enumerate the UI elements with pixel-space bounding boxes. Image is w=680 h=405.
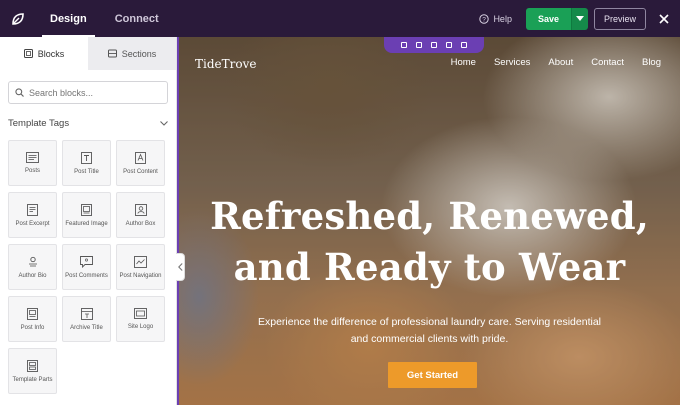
save-button[interactable]: Save: [525, 7, 571, 30]
post-title-icon: [81, 151, 92, 164]
chevron-down-icon: [160, 121, 168, 126]
site-nav: Home Services About Contact Blog: [442, 57, 670, 68]
duplicate-icon[interactable]: [446, 42, 452, 48]
block-featured-image[interactable]: Featured Image: [62, 192, 111, 238]
template-parts-icon: [27, 359, 38, 372]
block-post-navigation[interactable]: Post Navigation: [116, 244, 165, 290]
preview-button[interactable]: Preview: [593, 7, 646, 30]
app-logo-icon[interactable]: [0, 0, 36, 37]
search-input[interactable]: [29, 87, 149, 98]
get-started-button[interactable]: Get Started: [388, 362, 477, 388]
settings-icon[interactable]: [416, 42, 422, 48]
block-label: Post Content: [123, 168, 158, 175]
block-author-box[interactable]: Author Box: [116, 192, 165, 238]
sections-icon: [107, 49, 117, 58]
blocks-icon: [23, 49, 33, 58]
block-label: Author Bio: [18, 272, 47, 279]
block-post-title[interactable]: Post Title: [62, 140, 111, 186]
tab-blocks-label: Blocks: [37, 48, 65, 59]
posts-icon: [26, 152, 39, 163]
template-tags-header[interactable]: Template Tags: [8, 118, 168, 129]
post-excerpt-icon: [27, 203, 38, 216]
delete-icon[interactable]: [461, 42, 467, 48]
hero-subtitle-line: Experience the difference of professiona…: [257, 316, 601, 328]
block-post-content[interactable]: Post Content: [116, 140, 165, 186]
tab-connect[interactable]: Connect: [101, 0, 173, 37]
block-label: Posts: [24, 168, 40, 174]
block-label: Featured Image: [65, 220, 108, 227]
post-info-icon: [27, 307, 38, 320]
top-bar: Design Connect ? Help Save Preview: [0, 0, 680, 37]
search-icon: [15, 88, 24, 97]
help-icon: ?: [479, 13, 490, 24]
block-label: Archive Title: [70, 324, 103, 331]
help-link[interactable]: ? Help: [479, 14, 512, 24]
post-navigation-icon: [134, 255, 147, 268]
nav-item-about[interactable]: About: [539, 57, 582, 68]
tab-sections-label: Sections: [121, 48, 157, 59]
site-logo-icon: [134, 308, 147, 319]
help-label: Help: [493, 13, 512, 24]
save-options-button[interactable]: [570, 7, 588, 30]
block-label: Template Parts: [12, 376, 53, 383]
block-post-excerpt[interactable]: Post Excerpt: [8, 192, 57, 238]
blocks-panel: Blocks Sections Template Tags Posts Post…: [0, 37, 177, 405]
archive-title-icon: [80, 307, 93, 320]
close-button[interactable]: [652, 0, 676, 37]
page-canvas[interactable]: TideTrove Home Services About Contact Bl…: [177, 37, 680, 405]
nav-item-home[interactable]: Home: [442, 57, 485, 68]
tab-design[interactable]: Design: [36, 0, 101, 37]
site-logo[interactable]: TideTrove: [195, 57, 256, 71]
section-title: Template Tags: [8, 118, 70, 129]
block-label: Post Navigation: [119, 272, 162, 279]
author-box-icon: [134, 203, 147, 216]
tab-sections[interactable]: Sections: [88, 37, 176, 70]
block-posts[interactable]: Posts: [8, 140, 57, 186]
hero-subtitle[interactable]: Experience the difference of professiona…: [229, 314, 630, 348]
nav-item-services[interactable]: Services: [485, 57, 539, 68]
block-author-bio[interactable]: Author Bio: [8, 244, 57, 290]
save-section-icon[interactable]: [431, 42, 437, 48]
collapse-panel-button[interactable]: [176, 253, 185, 281]
block-label: Post Title: [74, 168, 99, 175]
hero-title-line: and Ready to Wear: [233, 245, 626, 289]
block-site-logo[interactable]: Site Logo: [116, 296, 165, 342]
tab-blocks[interactable]: Blocks: [0, 37, 88, 70]
search-box[interactable]: [8, 81, 168, 104]
block-label: Post Excerpt: [15, 220, 50, 227]
block-template-parts[interactable]: Template Parts: [8, 348, 57, 394]
post-comments-icon: [80, 255, 93, 268]
blocks-grid: Posts Post Title Post Content Post Excer…: [8, 140, 176, 394]
caret-down-icon: [575, 16, 584, 21]
block-archive-title[interactable]: Archive Title: [62, 296, 111, 342]
block-label: Post Info: [20, 324, 45, 331]
block-post-info[interactable]: Post Info: [8, 296, 57, 342]
featured-image-icon: [81, 203, 92, 216]
section-toolbar[interactable]: [384, 37, 484, 53]
close-icon: [659, 13, 669, 24]
author-bio-icon: [28, 256, 37, 266]
block-label: Post Comments: [65, 272, 108, 279]
block-post-comments[interactable]: Post Comments: [62, 244, 111, 290]
block-label: Author Box: [125, 220, 156, 227]
nav-item-contact[interactable]: Contact: [582, 57, 633, 68]
hero-title[interactable]: Refreshed, Renewed, and Ready to Wear: [179, 191, 680, 293]
block-label: Site Logo: [127, 324, 154, 330]
svg-text:?: ?: [483, 16, 487, 23]
hero-subtitle-line: and commercial clients with pride.: [350, 333, 509, 345]
nav-item-blog[interactable]: Blog: [633, 57, 670, 68]
post-content-icon: [135, 151, 146, 164]
chevron-left-icon: [177, 263, 183, 271]
hero-title-line: Refreshed, Renewed,: [210, 194, 649, 238]
move-icon[interactable]: [401, 42, 407, 48]
